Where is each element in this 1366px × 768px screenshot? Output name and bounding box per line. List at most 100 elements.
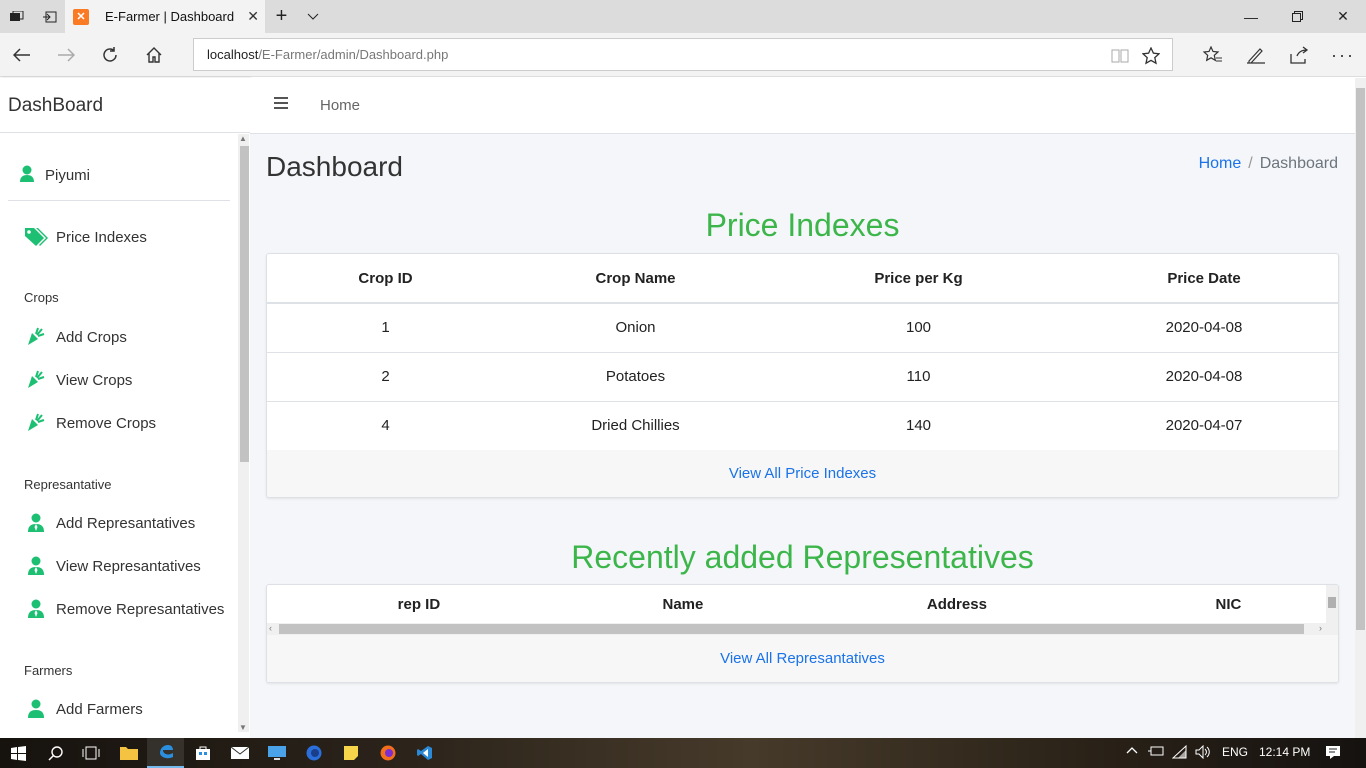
sidebar-brand[interactable]: DashBoard — [0, 78, 250, 133]
firefox-icon[interactable] — [369, 738, 406, 768]
file-explorer-icon[interactable] — [110, 738, 147, 768]
sidebar-scrollbar[interactable]: ▲ ▼ — [238, 134, 249, 732]
task-view-icon[interactable] — [72, 738, 109, 768]
view-all-price-indexes-link[interactable]: View All Price Indexes — [267, 450, 1338, 497]
tab-preview-chevron-icon[interactable] — [296, 0, 329, 33]
xampp-favicon-icon: ✕ — [73, 8, 89, 25]
url-host: localhost — [207, 47, 259, 62]
new-tab-icon[interactable]: + — [265, 0, 298, 33]
browser-tab-active[interactable]: ✕ E-Farmer | Dashboard ✕ — [65, 0, 265, 33]
table-row: 4 Dried Chillies 140 2020-04-07 — [267, 401, 1338, 450]
sidebar-section-crops: Crops — [24, 290, 59, 305]
column-header: Address — [926, 595, 987, 613]
sidebar-item-add-crops[interactable]: Add Crops — [24, 324, 127, 350]
edge-browser-icon[interactable] — [147, 738, 184, 768]
refresh-icon[interactable] — [94, 39, 126, 71]
scroll-thumb[interactable] — [279, 624, 1304, 634]
scroll-up-arrow-icon[interactable]: ▲ — [239, 134, 247, 143]
price-indexes-heading: Price Indexes — [705, 207, 900, 243]
user-icon — [20, 165, 34, 183]
hamburger-menu-icon[interactable] — [274, 97, 288, 109]
back-icon[interactable] — [6, 39, 38, 71]
sidebar-item-label: Remove Crops — [56, 414, 157, 432]
store-icon[interactable] — [184, 738, 221, 768]
sidebar-item-label: View Represantatives — [56, 557, 201, 575]
favorite-star-icon[interactable] — [1135, 40, 1167, 72]
representatives-heading: Recently added Representatives — [571, 539, 1034, 575]
reading-view-icon[interactable] — [1104, 40, 1136, 72]
table-row: 1 Onion 100 2020-04-08 — [267, 303, 1338, 353]
scroll-right-arrow-icon[interactable]: › — [1319, 623, 1322, 633]
battery-plug-icon[interactable] — [1148, 745, 1164, 757]
table-cell: 110 — [767, 352, 1070, 402]
more-menu-icon[interactable]: ··· — [1327, 39, 1359, 71]
vscode-icon[interactable] — [406, 738, 443, 768]
remote-desktop-icon[interactable] — [258, 738, 295, 768]
table-cell: 2020-04-07 — [1165, 417, 1243, 435]
sidebar-item-label: Price Indexes — [56, 228, 147, 246]
search-icon[interactable] — [37, 738, 74, 768]
show-hidden-icons-icon[interactable] — [1126, 745, 1138, 755]
column-header: NIC — [1215, 595, 1242, 613]
tags-icon — [24, 226, 48, 248]
firefox-dev-icon[interactable] — [295, 738, 332, 768]
user-name: Piyumi — [45, 167, 91, 184]
address-bar[interactable]: localhost/E-Farmer/admin/Dashboard.php — [193, 38, 1173, 71]
sticky-notes-icon[interactable] — [332, 738, 369, 768]
table-cell: 140 — [905, 417, 932, 435]
user-tie-icon — [24, 512, 48, 534]
breadcrumb-home-link[interactable]: Home — [1199, 155, 1242, 172]
table-cell: Dried Chillies — [591, 417, 680, 435]
pen-notes-icon[interactable] — [1240, 39, 1272, 71]
sidebar-item-remove-represantatives[interactable]: Remove Represantatives — [24, 596, 224, 622]
sidebar-item-price-indexes[interactable]: Price Indexes — [24, 224, 147, 250]
carrot-icon — [24, 412, 48, 434]
close-window-icon[interactable]: ✕ — [1320, 0, 1366, 33]
set-tabs-aside-icon[interactable] — [33, 0, 66, 33]
breadcrumb-separator: / — [1248, 155, 1253, 172]
wifi-icon[interactable] — [1172, 745, 1188, 759]
favorites-hub-icon[interactable] — [1197, 39, 1229, 71]
sidebar-item-remove-crops[interactable]: Remove Crops — [24, 410, 156, 436]
browser-title-bar: ✕ E-Farmer | Dashboard ✕ + — ✕ — [0, 0, 1366, 33]
page-scrollbar[interactable] — [1355, 78, 1366, 738]
input-language[interactable]: ENG — [1222, 745, 1248, 759]
restore-icon[interactable] — [1274, 0, 1320, 33]
user-icon — [24, 698, 48, 720]
sidebar-item-label: Add Crops — [56, 328, 127, 346]
share-icon[interactable] — [1283, 39, 1315, 71]
clock-time[interactable]: 12:14 PM — [1259, 745, 1310, 759]
table-header-row: Crop ID Crop Name Price per Kg Price Dat… — [267, 254, 1338, 304]
sidebar-user[interactable]: Piyumi — [8, 155, 230, 201]
mail-icon[interactable] — [221, 738, 258, 768]
home-icon[interactable] — [138, 39, 170, 71]
column-header: Name — [662, 595, 704, 613]
representatives-table-header: rep ID Name Address NIC — [267, 585, 1338, 635]
table-horizontal-scrollbar[interactable]: ‹ › — [267, 623, 1338, 635]
sidebar-item-add-represantatives[interactable]: Add Represantatives — [24, 510, 195, 536]
tab-actions-icon[interactable] — [0, 0, 33, 33]
view-all-represantatives-link[interactable]: View All Represantatives — [267, 635, 1338, 682]
action-center-icon[interactable] — [1325, 745, 1341, 760]
scroll-down-arrow-icon[interactable]: ▼ — [239, 723, 247, 732]
sidebar-scroll-thumb[interactable] — [240, 146, 249, 462]
sidebar-item-add-farmers[interactable]: Add Farmers — [24, 696, 143, 722]
sidebar-item-view-crops[interactable]: View Crops — [24, 367, 132, 393]
sidebar-item-view-represantatives[interactable]: View Represantatives — [24, 553, 201, 579]
user-tie-icon — [24, 555, 48, 577]
volume-icon[interactable] — [1195, 745, 1211, 759]
page-scroll-thumb[interactable] — [1356, 88, 1365, 630]
tab-title: E-Farmer | Dashboard — [105, 9, 235, 24]
close-tab-icon[interactable]: ✕ — [247, 8, 259, 25]
table-cell: Potatoes — [504, 352, 767, 402]
scroll-left-arrow-icon[interactable]: ‹ — [269, 623, 272, 633]
topnav-home-link[interactable]: Home — [320, 97, 360, 114]
price-indexes-card: Crop ID Crop Name Price per Kg Price Dat… — [266, 253, 1339, 498]
user-tie-icon — [24, 598, 48, 620]
table-row: 2 Potatoes 110 2020-04-08 — [267, 352, 1338, 402]
scroll-thumb[interactable] — [1328, 597, 1336, 608]
windows-start-icon[interactable] — [0, 738, 37, 768]
forward-icon[interactable] — [50, 39, 82, 71]
minimize-icon[interactable]: — — [1228, 0, 1274, 33]
column-header: Price per Kg — [767, 254, 1070, 304]
